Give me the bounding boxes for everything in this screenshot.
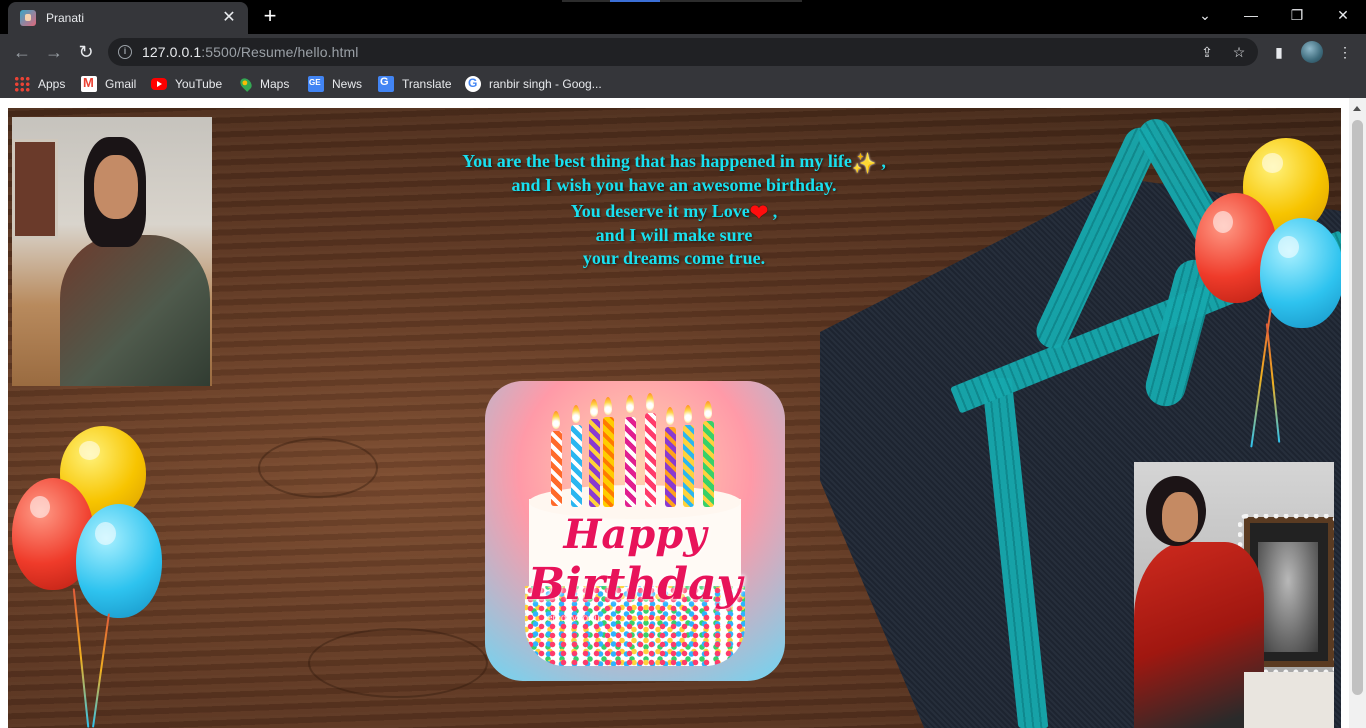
side-panel-icon[interactable]: ▮ [1268, 41, 1290, 63]
message-line-1-text: You are the best thing that has happened… [462, 151, 852, 171]
candle [589, 419, 600, 507]
site-info-icon[interactable]: i [118, 45, 132, 59]
balloon-blue [76, 504, 162, 618]
candle [665, 427, 676, 507]
bookmark-label: Gmail [105, 77, 137, 91]
url-text[interactable]: 127.0.0.1:5500/Resume/hello.html [142, 44, 358, 60]
photo-window [12, 139, 58, 239]
scroll-up-arrow-icon[interactable] [1353, 106, 1361, 111]
maps-icon [238, 76, 254, 92]
bookmark-label: ranbir singh - Goog... [489, 77, 602, 91]
candle [645, 413, 656, 507]
message-line-3-text: You deserve it my Love [570, 201, 750, 221]
google-icon [465, 76, 481, 92]
minimize-button[interactable]: — [1236, 4, 1266, 26]
candle-flame [590, 399, 598, 417]
reload-icon[interactable]: ↻ [74, 40, 98, 64]
new-tab-button[interactable]: + [260, 5, 280, 27]
photo-person-face [1162, 492, 1198, 542]
bookmarks-bar: Apps Gmail YouTube Maps News Translate r… [0, 70, 1366, 98]
tab-strip: Pranati ✕ + ⌄ — ❐ ✕ [0, 0, 1366, 34]
bookmark-news[interactable]: News [308, 76, 362, 92]
share-icon[interactable]: ⇪ [1198, 43, 1216, 61]
candle-flame [646, 393, 654, 411]
page-viewport: Happy Birthday en.davno.ru You are the b… [0, 98, 1366, 728]
vertical-scrollbar[interactable] [1349, 98, 1366, 728]
candle [625, 417, 636, 507]
bookmark-gmail[interactable]: Gmail [81, 75, 137, 92]
bookmark-maps[interactable]: Maps [238, 76, 290, 92]
candle-flame [604, 397, 612, 415]
bookmark-apps[interactable]: Apps [14, 76, 65, 92]
bookmark-star-icon[interactable]: ☆ [1230, 43, 1248, 61]
candle [603, 417, 614, 507]
candle [703, 421, 714, 507]
apps-icon [14, 76, 30, 92]
wood-knot [258, 438, 378, 498]
photo-person-face [94, 155, 138, 219]
balloon-blue [1260, 218, 1341, 328]
browser-toolbar: ← → ↻ i 127.0.0.1:5500/Resume/hello.html… [0, 34, 1366, 70]
candle-flame [552, 411, 560, 429]
bookmark-label: Translate [402, 77, 452, 91]
cake-text-birthday: Birthday [527, 559, 743, 610]
bookmark-label: News [332, 77, 363, 91]
candle-flame [626, 395, 634, 413]
gmail-icon [81, 75, 97, 92]
back-arrow-icon[interactable]: ← [10, 40, 34, 64]
photo-left [12, 117, 212, 386]
message-line-1: You are the best thing that has happened… [374, 150, 974, 174]
candle-flame [666, 407, 674, 425]
candle [551, 431, 562, 506]
photo-cloth [1244, 672, 1334, 728]
cake-text-happy: Happy [563, 511, 707, 558]
balloon-string [92, 613, 110, 728]
candle-flame [704, 401, 712, 419]
tab-strip-indicator [562, 0, 802, 2]
message-line-3-punct: , [768, 201, 778, 221]
message-line-3: You deserve it my Love❤ , [374, 200, 974, 224]
bookmark-label: Apps [38, 77, 66, 91]
bookmark-translate[interactable]: Translate [378, 76, 452, 92]
youtube-icon [151, 78, 167, 90]
message-line-1-punct: , [876, 151, 886, 171]
forward-arrow-icon[interactable]: → [42, 40, 66, 64]
url-path: :5500/Resume/hello.html [201, 44, 359, 60]
candle [683, 425, 694, 507]
candle [571, 425, 582, 507]
tab-search-icon[interactable]: ⌄ [1190, 4, 1220, 26]
tab-favicon-icon [20, 10, 36, 26]
message-line-4: and I will make sure [595, 224, 753, 245]
wood-knot [308, 628, 488, 698]
translate-icon [378, 76, 394, 92]
candle-flame [572, 405, 580, 423]
tab-close-icon[interactable]: ✕ [220, 9, 238, 27]
message-line-2: and I wish you have an awesome birthday. [511, 174, 837, 195]
bookmark-label: YouTube [175, 77, 223, 91]
news-icon [308, 76, 324, 92]
photo-person-body [60, 235, 210, 386]
balloon-string [72, 588, 90, 728]
scroll-thumb[interactable] [1352, 120, 1363, 695]
photo-right [1134, 462, 1334, 728]
address-bar[interactable]: i 127.0.0.1:5500/Resume/hello.html ⇪ ☆ [108, 38, 1258, 66]
menu-kebab-icon[interactable]: ⋮ [1334, 41, 1356, 63]
bookmark-ranbir-singh[interactable]: ranbir singh - Goog... [465, 76, 602, 92]
birthday-cake-image: Happy Birthday en.davno.ru [485, 381, 785, 681]
sparkles-icon: ✨ [851, 153, 877, 175]
bookmark-youtube[interactable]: YouTube [151, 76, 222, 92]
birthday-message: You are the best thing that has happened… [374, 150, 974, 271]
candle-flame [684, 405, 692, 423]
message-line-5: your dreams come true. [582, 248, 766, 268]
url-host: 127.0.0.1 [142, 44, 202, 60]
bookmark-label: Maps [260, 77, 290, 91]
restore-button[interactable]: ❐ [1282, 4, 1312, 26]
tab-pranati[interactable]: Pranati ✕ [8, 2, 248, 34]
close-window-button[interactable]: ✕ [1328, 4, 1358, 26]
cake-watermark: en.davno.ru [547, 613, 600, 624]
tab-title: Pranati [46, 11, 85, 25]
profile-avatar[interactable] [1301, 41, 1323, 63]
heart-icon: ❤ [749, 200, 769, 225]
